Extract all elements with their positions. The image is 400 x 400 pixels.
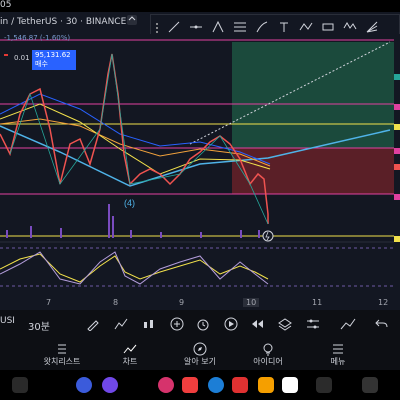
alert-clock-icon[interactable] (196, 316, 210, 331)
nav-label: 아이디어 (253, 357, 283, 366)
gann-icon[interactable] (365, 19, 379, 33)
app-dock (0, 370, 400, 400)
menu-icon (333, 344, 343, 354)
nav-label: 메뉴 (330, 357, 346, 366)
long-position-profit-zone[interactable] (232, 42, 394, 148)
sell-badge[interactable] (4, 54, 8, 56)
nav-watchlist[interactable]: 왓치리스트 (32, 342, 92, 367)
x-tick: 8 (113, 298, 119, 307)
long-position-stop-zone[interactable] (232, 148, 394, 194)
x-tick: 9 (179, 298, 185, 307)
brush-icon[interactable] (255, 19, 269, 33)
bottom-toolbar: USI 30분 (0, 310, 400, 340)
oscillator-main (0, 251, 269, 285)
buy-label: 매수 (35, 60, 48, 68)
drawing-toolbar (150, 14, 400, 36)
replay-icon[interactable] (224, 316, 238, 331)
apps-grid-icon[interactable] (316, 377, 332, 393)
text-icon[interactable] (277, 19, 291, 33)
status-bar: 05 (0, 0, 400, 12)
nav-label: 왓치리스트 (43, 357, 81, 366)
add-icon[interactable] (170, 316, 184, 331)
ruler-icon[interactable] (321, 19, 335, 33)
nav-explore[interactable]: 알아 보기 (170, 342, 230, 367)
fib-icon[interactable] (233, 19, 247, 33)
oscillator-signal (0, 253, 269, 283)
buy-button[interactable]: 95,131.62 매수 (32, 50, 76, 70)
x-tick: 10 (243, 298, 260, 307)
path-icon[interactable] (299, 19, 313, 33)
x-tick: 7 (46, 298, 52, 307)
price-change-label: -1,546.87 (-1.60%) (4, 34, 71, 42)
price-chart[interactable]: (4) (0, 34, 400, 296)
x-tick: 11 (312, 298, 323, 307)
camera-app-icon[interactable] (232, 377, 248, 393)
nav-menu[interactable]: 메뉴 (308, 342, 368, 367)
pattern-icon[interactable] (343, 19, 357, 33)
binance-icon[interactable] (258, 377, 274, 393)
undo-icon[interactable] (374, 316, 388, 330)
youtube-icon[interactable] (182, 377, 198, 393)
trend-draw-icon[interactable] (340, 316, 356, 330)
flower-app-icon[interactable] (158, 377, 174, 393)
phone-icon[interactable] (76, 377, 92, 393)
blue-app-icon[interactable] (208, 377, 224, 393)
list-icon (58, 344, 66, 354)
bottom-nav: 왓치리스트 차트 알아 보기 아이디어 메뉴 (0, 340, 400, 370)
app-drawer-icon[interactable] (12, 377, 28, 393)
status-time: 05 (0, 0, 12, 10)
price-axis-tags (394, 74, 400, 242)
overview-icon[interactable] (362, 377, 378, 393)
trendline-icon[interactable] (167, 19, 181, 33)
wave-label: (4) (124, 198, 135, 208)
rewind-icon[interactable] (250, 316, 264, 330)
nav-label: 차트 (122, 357, 138, 366)
x-tick: 12 (378, 298, 389, 307)
lightbulb-icon (263, 343, 273, 356)
buy-price: 95,131.62 (35, 51, 71, 59)
time-axis[interactable]: 7 8 9 10 11 12 (0, 296, 400, 310)
drag-handle-icon[interactable] (153, 19, 167, 33)
gmail-icon[interactable] (282, 377, 298, 393)
price-wick (9, 53, 269, 225)
drawing-tools-icon[interactable] (86, 316, 100, 332)
pitchfork-icon[interactable] (211, 19, 225, 33)
favorite-icon[interactable] (126, 14, 138, 26)
layers-icon[interactable] (278, 316, 292, 331)
volume-bars (6, 204, 260, 238)
symbol-short[interactable]: USI (0, 316, 15, 326)
interval-button[interactable]: 30분 (28, 318, 50, 333)
spread-label: 0.01 (14, 54, 30, 62)
chart-icon (123, 344, 137, 354)
chart-type-icon[interactable] (142, 316, 156, 330)
symbol-title[interactable]: in / TetherUS · 30 · BINANCE (0, 17, 126, 27)
horizontal-line-icon[interactable] (189, 19, 203, 33)
nav-label: 알아 보기 (184, 357, 216, 366)
settings-sliders-icon[interactable] (306, 316, 320, 330)
nav-chart[interactable]: 차트 (100, 342, 160, 367)
compass-icon (193, 342, 207, 356)
nav-ideas[interactable]: 아이디어 (238, 342, 298, 367)
messages-icon[interactable] (102, 377, 118, 393)
indicators-icon[interactable] (114, 316, 128, 330)
